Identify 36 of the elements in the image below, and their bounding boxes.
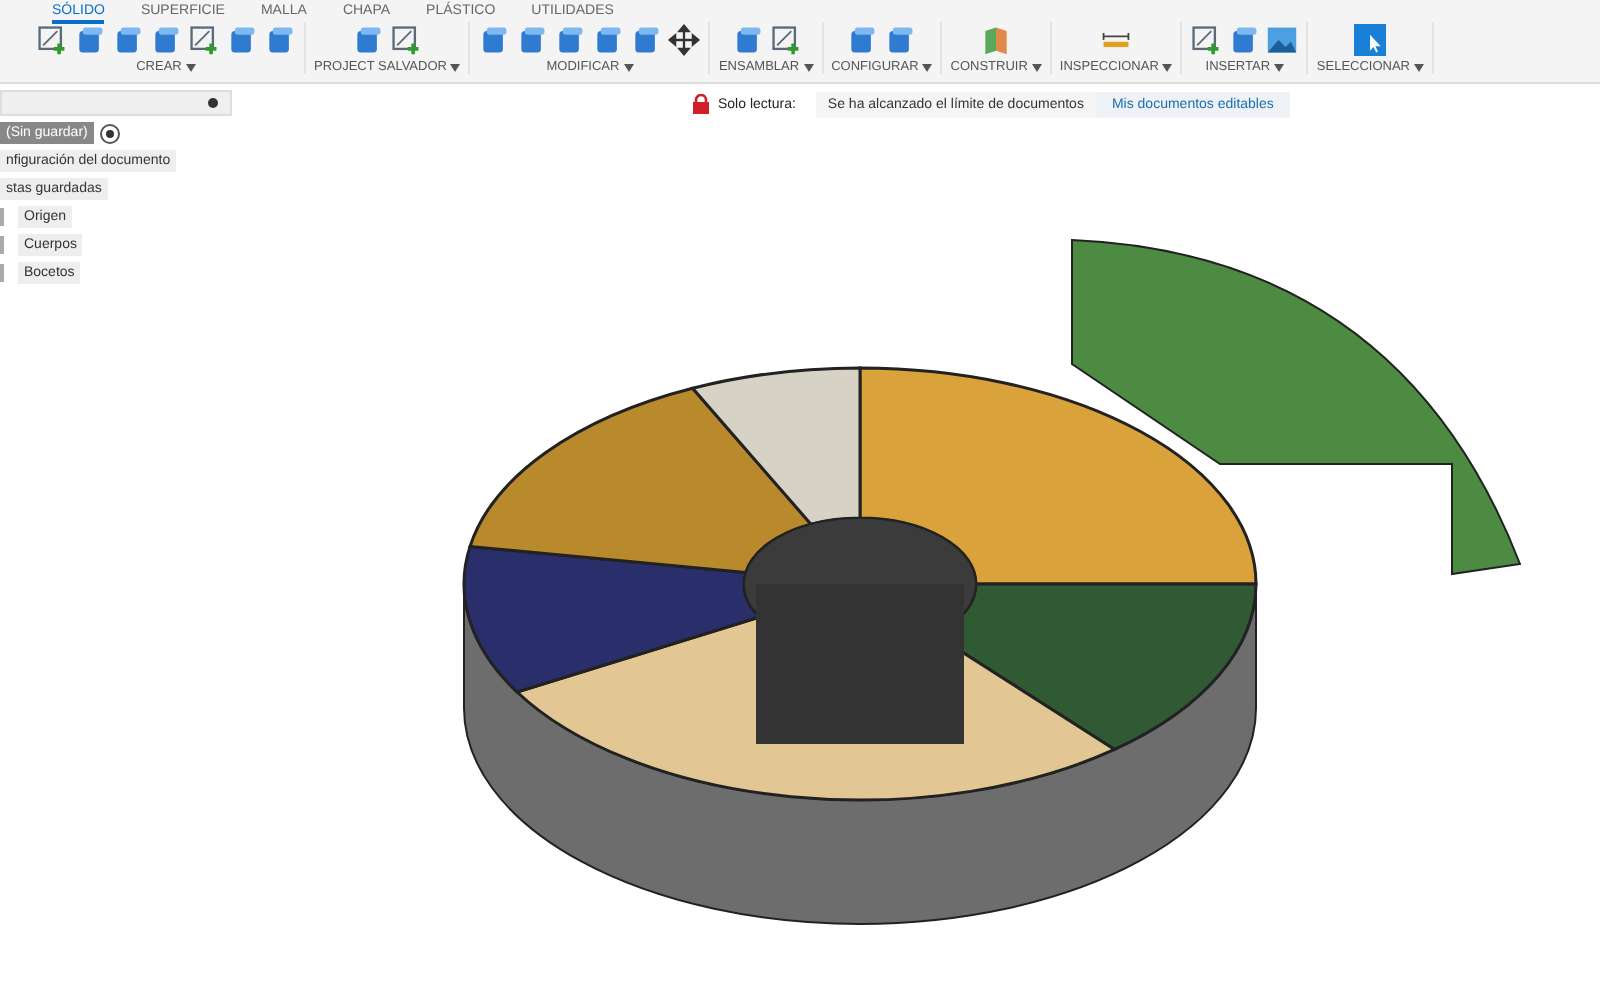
solid-shape-icon[interactable]: [478, 24, 511, 56]
dot-icon[interactable]: [208, 98, 218, 108]
solid-shape-icon[interactable]: [74, 24, 106, 56]
caret-icon: [185, 63, 196, 71]
lock-icon: [692, 94, 710, 114]
sketch-icon[interactable]: [1190, 24, 1223, 56]
solid-shape-icon[interactable]: [554, 24, 587, 56]
caret-icon: [1274, 63, 1285, 71]
solid-shape-icon[interactable]: [1228, 24, 1261, 56]
caret-icon: [623, 63, 634, 71]
move-arrows-icon[interactable]: [668, 24, 701, 56]
solid-shape-icon[interactable]: [592, 24, 625, 56]
solid-shape-icon[interactable]: [846, 24, 879, 56]
solid-shape-icon[interactable]: [731, 24, 764, 56]
sketch-icon[interactable]: [769, 24, 802, 56]
solid-shape-icon[interactable]: [884, 24, 917, 56]
caret-icon: [1414, 63, 1425, 71]
solid-shape-icon[interactable]: [226, 24, 258, 56]
caret-icon: [1162, 63, 1173, 71]
caret-icon: [803, 63, 814, 71]
solid-shape-icon[interactable]: [264, 24, 296, 56]
radio-target-icon[interactable]: [99, 123, 120, 143]
cursor-icon[interactable]: [1354, 24, 1387, 56]
sketch-icon[interactable]: [36, 24, 68, 56]
caret-icon: [1031, 63, 1042, 71]
sketch-icon[interactable]: [188, 24, 220, 56]
caret-icon: [922, 63, 933, 71]
caret-icon: [450, 63, 461, 71]
solid-shape-icon[interactable]: [112, 24, 144, 56]
solid-shape-icon[interactable]: [630, 24, 663, 56]
sketch-icon[interactable]: [390, 24, 423, 56]
solid-shape-icon[interactable]: [352, 24, 385, 56]
plane-icon[interactable]: [980, 24, 1013, 56]
solid-shape-icon[interactable]: [516, 24, 549, 56]
solid-shape-icon[interactable]: [150, 24, 182, 56]
image-icon[interactable]: [1266, 24, 1299, 56]
